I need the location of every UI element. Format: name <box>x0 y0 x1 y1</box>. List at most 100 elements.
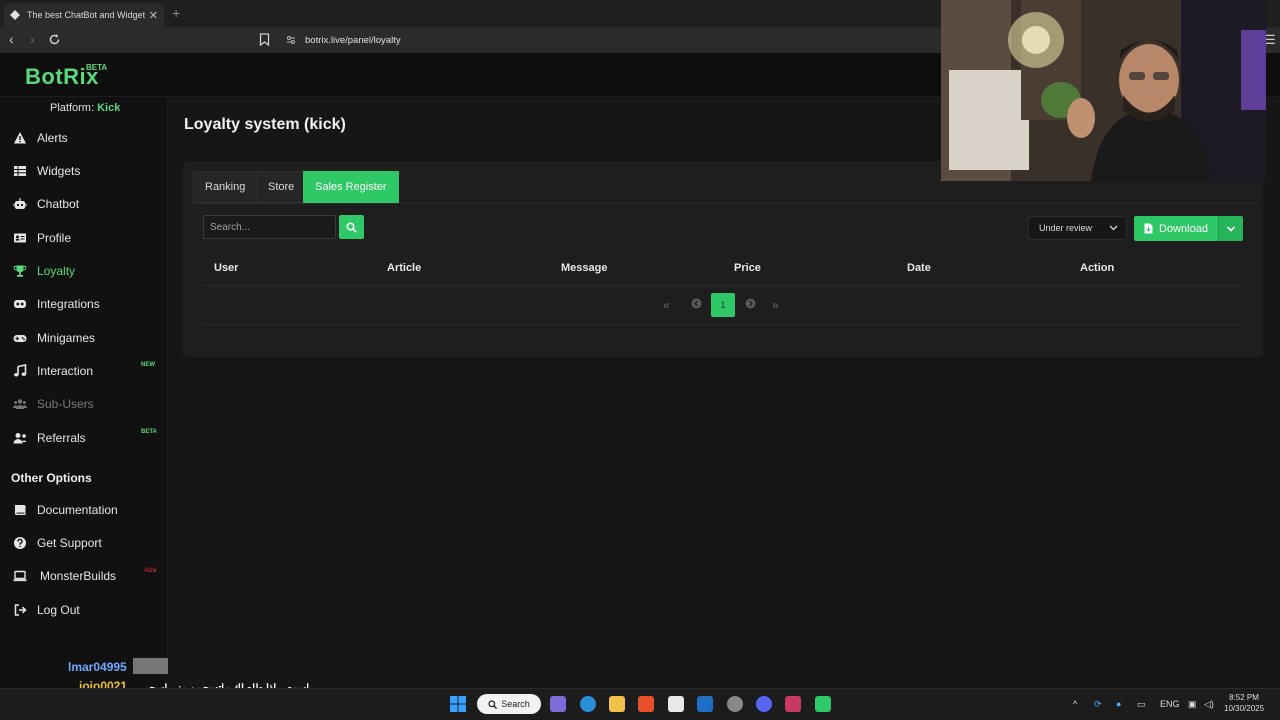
webcam-overlay <box>941 0 1266 181</box>
chat-username: lmar04995 <box>68 660 127 674</box>
forward-icon[interactable]: › <box>30 31 35 47</box>
chevron-up-icon[interactable]: ^ <box>1073 699 1077 709</box>
volume-icon[interactable]: ◁) <box>1204 699 1214 710</box>
sync-icon[interactable]: ⟳ <box>1094 699 1102 710</box>
sidebar-item-chatbot[interactable]: Chatbot <box>0 188 166 220</box>
sidebar-item-get-support[interactable]: Get Support <box>0 527 166 559</box>
browser-tab[interactable]: The best ChatBot and Widgets f ✕ <box>4 3 164 27</box>
outlook-icon[interactable] <box>697 696 713 712</box>
book-icon <box>15 505 26 515</box>
sidebar-item-label: Documentation <box>37 503 118 517</box>
edge-browser-icon[interactable] <box>580 696 596 712</box>
robot-icon <box>13 198 27 209</box>
network-icon[interactable]: ▣ <box>1188 699 1197 710</box>
new-tab-icon[interactable]: + <box>172 5 180 21</box>
warning-icon <box>14 132 26 144</box>
language-indicator[interactable]: ENG <box>1160 699 1180 709</box>
taskbar-search-button[interactable]: Search <box>477 694 541 714</box>
sidebar-item-profile[interactable]: Profile <box>0 222 166 254</box>
sidebar-item-documentation[interactable]: Documentation <box>0 494 166 526</box>
tab-sales-register[interactable]: Sales Register <box>303 171 399 203</box>
bookmark-icon[interactable] <box>259 33 270 46</box>
download-label: Download <box>1159 222 1208 235</box>
column-header-price[interactable]: Price <box>734 262 761 274</box>
status-filter-select[interactable]: Under review <box>1028 216 1127 240</box>
current-page-button[interactable]: 1 <box>711 293 735 317</box>
discord-icon[interactable] <box>756 696 772 712</box>
taskbar-clock[interactable]: 8:52 PM 10/30/2025 <box>1224 692 1264 714</box>
grid-icon <box>14 166 26 176</box>
obs-icon[interactable] <box>727 696 743 712</box>
reload-icon[interactable] <box>48 33 61 46</box>
sidebar-item-sub-users[interactable]: Sub-Users <box>0 388 166 420</box>
kick-icon[interactable] <box>815 696 831 712</box>
sidebar-item-label: MonsterBuilds <box>40 569 117 583</box>
back-icon[interactable]: ‹ <box>9 31 14 47</box>
sidebar-item-minigames[interactable]: Minigames <box>0 322 166 354</box>
platform-label: Platform: <box>50 102 95 114</box>
download-options-button[interactable] <box>1218 216 1243 241</box>
new-badge: NEW <box>141 362 155 368</box>
sidebar-item-log-out[interactable]: Log Out <box>0 594 166 626</box>
column-header-user[interactable]: User <box>214 262 238 274</box>
logo-beta-badge: BETA <box>86 63 108 72</box>
file-explorer-icon[interactable] <box>609 696 625 712</box>
laptop-icon <box>13 570 27 582</box>
column-header-message[interactable]: Message <box>561 262 607 274</box>
sidebar-item-monsterbuilds[interactable]: MonsterBuilds <box>0 560 166 592</box>
sidebar-item-label: Sub-Users <box>37 397 94 411</box>
search-input[interactable] <box>203 215 336 239</box>
site-info-icon[interactable] <box>286 35 296 45</box>
sidebar-item-label: Referrals <box>37 431 86 445</box>
tab-store[interactable]: Store <box>256 171 307 203</box>
chevron-right-circle-icon <box>745 298 756 309</box>
table-footer-divider <box>203 324 1243 325</box>
microphone-icon[interactable]: ● <box>1116 699 1121 709</box>
tab-ranking[interactable]: Ranking <box>193 171 258 203</box>
address-bar[interactable]: botrix.live/panel/loyalty <box>305 35 401 46</box>
search-button[interactable] <box>339 215 364 239</box>
close-tab-icon[interactable]: ✕ <box>149 9 158 22</box>
browser-tab-title: The best ChatBot and Widgets f <box>27 10 145 20</box>
gamepad-icon <box>13 335 27 342</box>
windows-start-icon[interactable] <box>450 696 466 712</box>
sidebar-item-label: Minigames <box>37 331 96 345</box>
sidebar-item-integrations[interactable]: Integrations <box>0 288 166 320</box>
sidebar-item-alerts[interactable]: Alerts <box>0 122 166 154</box>
sidebar-item-label: Loyalty <box>37 264 76 278</box>
users-icon <box>13 399 27 409</box>
sidebar-item-label: Profile <box>37 231 72 245</box>
clock-date: 10/30/2025 <box>1224 704 1265 713</box>
prev-page-button[interactable] <box>691 298 702 312</box>
music-icon <box>14 364 27 377</box>
app-icon[interactable] <box>785 696 801 712</box>
first-page-button[interactable]: « <box>663 298 670 312</box>
taskbar-search-label: Search <box>501 699 530 709</box>
question-circle-icon <box>14 537 26 549</box>
sidebar-item-referrals[interactable]: Referrals <box>0 422 166 454</box>
clock-time: 8:52 PM <box>1229 693 1259 702</box>
chevron-down-icon <box>1109 225 1118 231</box>
column-header-date[interactable]: Date <box>907 262 931 274</box>
search-icon <box>488 699 498 709</box>
keyboard-icon[interactable]: ▭ <box>1137 699 1146 710</box>
column-header-article[interactable]: Article <box>387 262 421 274</box>
sidebar-item-interaction[interactable]: Interaction <box>0 355 166 387</box>
next-page-button[interactable] <box>745 298 756 312</box>
tab-divider <box>193 203 1258 204</box>
sidebar-item-label: Integrations <box>37 297 100 311</box>
botrix-favicon-icon <box>10 10 20 20</box>
sidebar-item-label: Log Out <box>37 603 80 617</box>
platform-indicator: Platform: Kick <box>50 102 120 114</box>
microsoft-store-icon[interactable] <box>668 696 684 712</box>
sidebar-item-label: Get Support <box>37 536 102 550</box>
sidebar-item-label: Chatbot <box>37 197 80 211</box>
download-button[interactable]: Download <box>1134 216 1218 241</box>
brave-browser-icon[interactable] <box>638 696 654 712</box>
sidebar-item-loyalty[interactable]: Loyalty <box>0 255 166 287</box>
teams-icon[interactable] <box>550 696 566 712</box>
sidebar-item-widgets[interactable]: Widgets <box>0 155 166 187</box>
user-plus-icon <box>13 433 27 444</box>
last-page-button[interactable]: » <box>772 298 779 312</box>
column-header-action[interactable]: Action <box>1080 262 1114 274</box>
